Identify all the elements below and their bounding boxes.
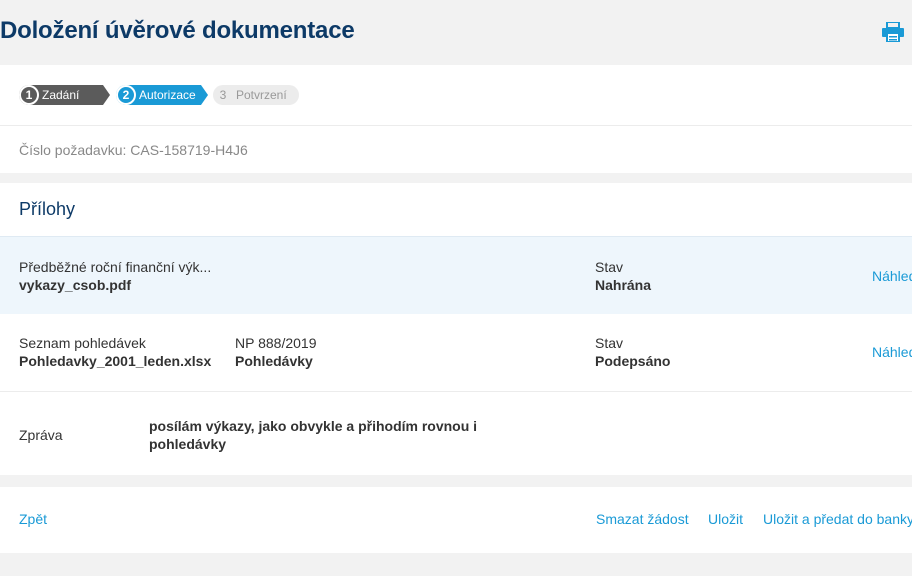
reference-type: Pohledávky — [235, 353, 313, 369]
attachment-row: Seznam pohledávek Pohledavky_2001_leden.… — [0, 314, 912, 391]
delete-request-link[interactable]: Smazat žádost — [596, 511, 689, 527]
printer-icon[interactable] — [882, 21, 904, 43]
save-and-submit-link[interactable]: Uložit a předat do banky — [763, 511, 912, 527]
status-label: Stav — [595, 259, 624, 275]
save-link[interactable]: Uložit — [708, 511, 743, 527]
status-value: Nahrána — [595, 277, 652, 293]
step-zadani: 1 Zadání — [19, 85, 110, 105]
step-label: Autorizace — [139, 88, 196, 102]
status-label: Stav — [595, 335, 624, 351]
message-row: Zpráva posílám výkazy, jako obvykle a př… — [0, 392, 912, 475]
attachment-row: Předběžné roční finanční výk... vykazy_c… — [0, 236, 912, 314]
page-header: Doložení úvěrové dokumentace — [0, 0, 912, 64]
message-label: Zpráva — [19, 427, 63, 443]
preview-link[interactable]: Náhled — [872, 344, 912, 360]
attachment-name: Předběžné roční finanční výk... — [19, 259, 212, 275]
attachments-title: Přílohy — [19, 199, 76, 219]
step-autorizace: 2 Autorizace — [116, 85, 208, 105]
page-title: Doložení úvěrové dokumentace — [0, 17, 355, 44]
step-label: Potvrzení — [236, 88, 287, 102]
attachment-file: Pohledavky_2001_leden.xlsx — [19, 353, 212, 369]
divider — [0, 125, 912, 126]
attachment-name: Seznam pohledávek — [19, 335, 146, 351]
request-number: Číslo požadavku: CAS-158719-H4J6 — [19, 142, 248, 158]
step-number: 3 — [219, 88, 227, 102]
attachment-file: vykazy_csob.pdf — [19, 277, 132, 293]
step-number: 2 — [116, 85, 136, 105]
reference-number: NP 888/2019 — [235, 335, 317, 351]
message-text: posílám výkazy, jako obvykle a přihodím … — [149, 418, 478, 452]
preview-link[interactable]: Náhled — [872, 268, 912, 284]
step-label: Zadání — [42, 88, 80, 102]
step-number: 1 — [19, 85, 39, 105]
status-value: Podepsáno — [595, 353, 671, 369]
back-link[interactable]: Zpět — [19, 511, 47, 527]
step-potvrzeni: 3 Potvrzení — [213, 85, 299, 105]
